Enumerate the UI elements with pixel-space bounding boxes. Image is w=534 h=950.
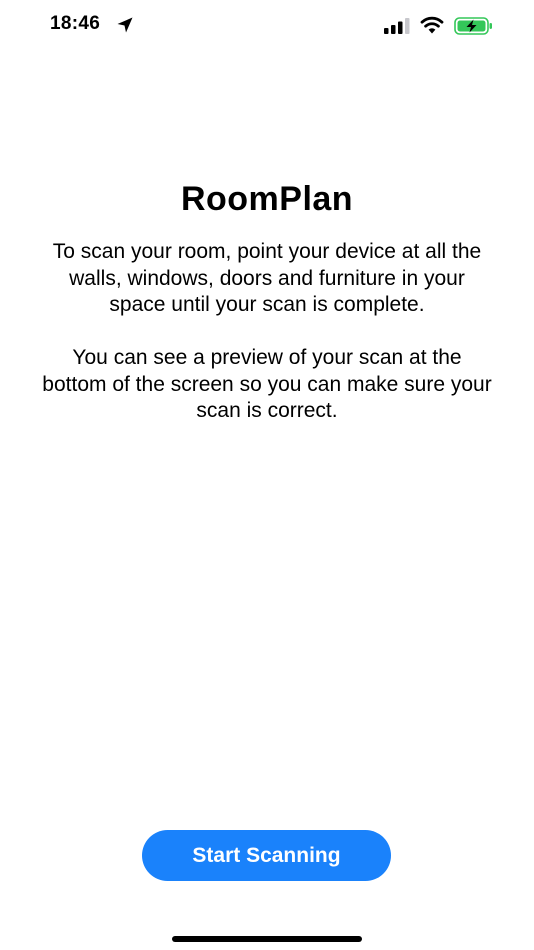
home-indicator[interactable] xyxy=(172,936,362,942)
instructions-text: To scan your room, point your device at … xyxy=(40,239,494,451)
wifi-icon xyxy=(420,16,444,34)
status-bar: 18:46 xyxy=(0,0,534,54)
instruction-paragraph-scan: To scan your room, point your device at … xyxy=(52,240,482,316)
cellular-signal-icon xyxy=(384,18,410,34)
instruction-paragraph-preview: You can see a preview of your scan at th… xyxy=(42,346,492,422)
start-scanning-button[interactable]: Start Scanning xyxy=(142,830,391,881)
location-arrow-icon xyxy=(117,17,133,33)
battery-charging-icon xyxy=(454,17,492,35)
status-time: 18:46 xyxy=(50,13,101,34)
page-title: RoomPlan xyxy=(180,180,354,218)
